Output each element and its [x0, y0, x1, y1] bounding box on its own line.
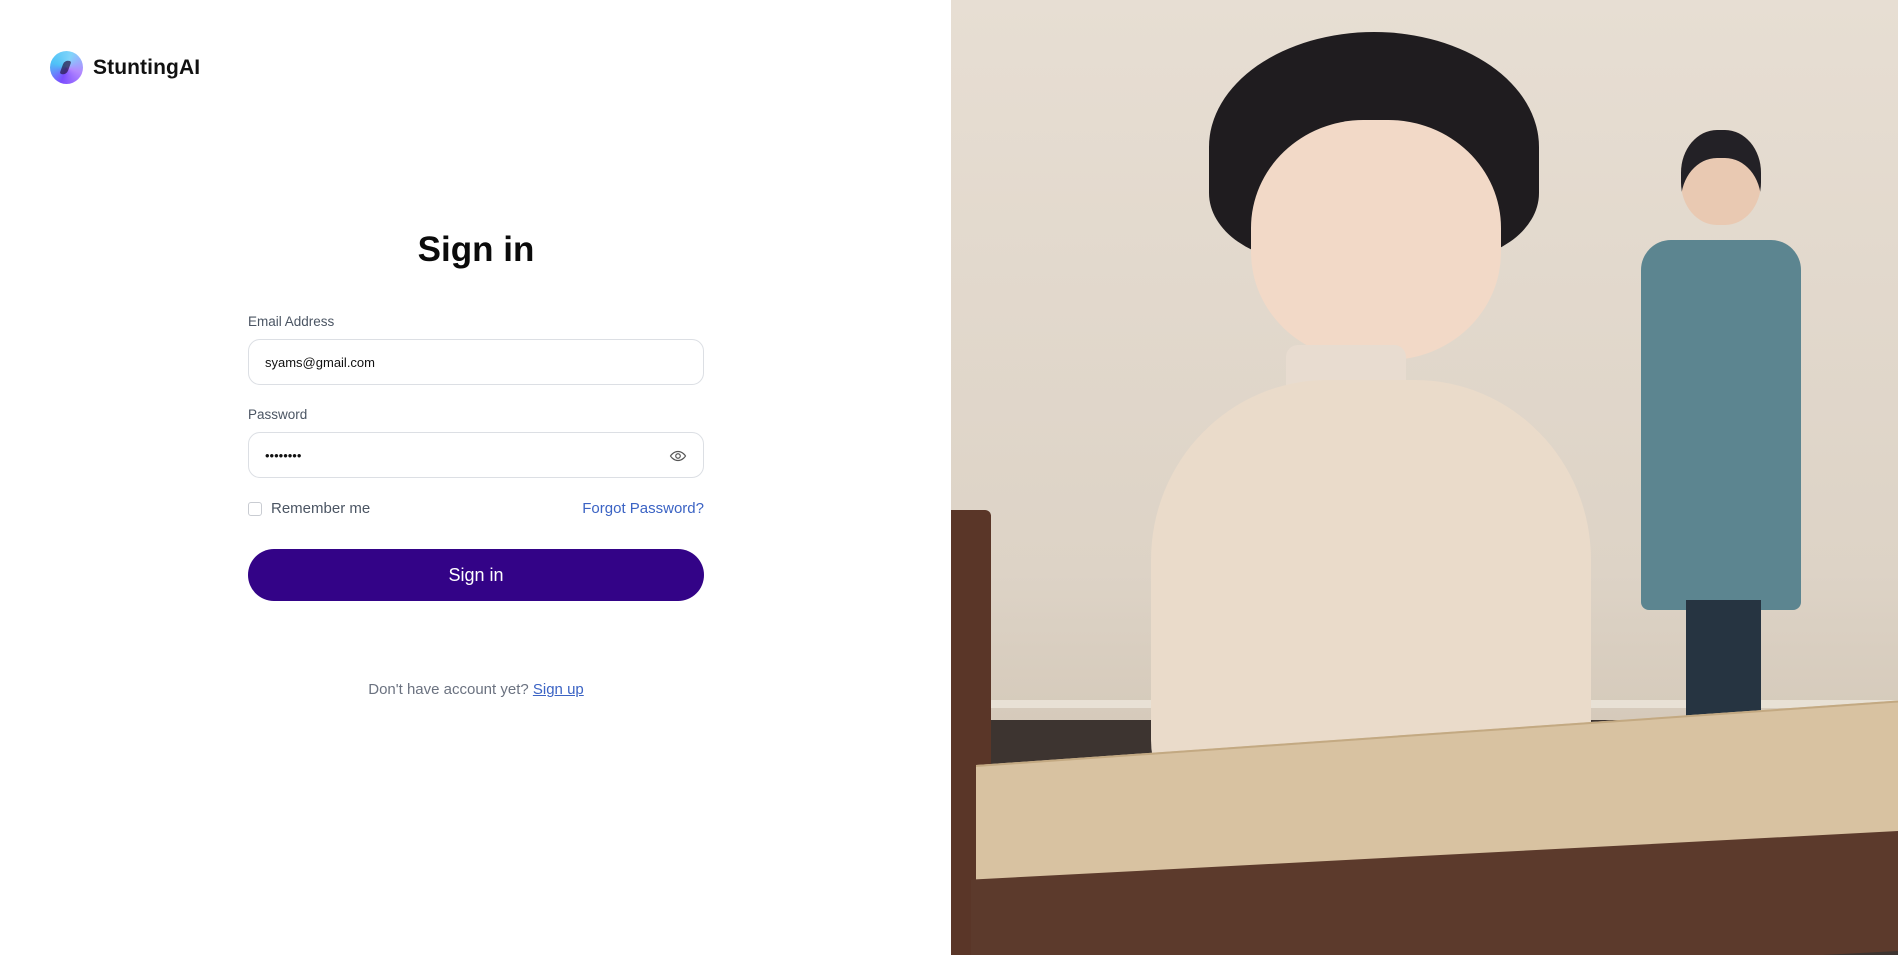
eye-icon[interactable] — [669, 447, 687, 465]
boy-legs — [1686, 600, 1761, 720]
sign-in-button[interactable]: Sign in — [248, 549, 704, 601]
password-label: Password — [248, 407, 308, 422]
page-title: Sign in — [417, 230, 535, 269]
password-field-wrapper — [248, 432, 704, 478]
remember-checkbox[interactable] — [248, 501, 262, 516]
hero-image — [951, 0, 1898, 955]
robot-face — [1251, 120, 1501, 360]
email-label: Email Address — [248, 314, 335, 329]
options-row: Remember me Forgot Password? — [248, 500, 704, 517]
remember-label: Remember me — [271, 500, 371, 517]
login-panel: StuntingAI Sign in Email Address Passwor… — [0, 0, 951, 955]
signup-line: Don't have account yet? Sign up — [248, 681, 704, 698]
brand: StuntingAI — [50, 51, 200, 84]
email-field-wrapper — [248, 339, 704, 385]
signup-prompt: Don't have account yet? — [368, 681, 529, 698]
signup-link[interactable]: Sign up — [533, 681, 584, 698]
boy-coat — [1641, 240, 1801, 610]
boy-figure — [1641, 130, 1801, 720]
email-field[interactable] — [249, 340, 703, 384]
remember-me[interactable]: Remember me — [248, 500, 370, 517]
boy-head — [1681, 130, 1761, 225]
brand-name: StuntingAI — [93, 55, 201, 79]
brand-logo-icon — [50, 51, 83, 84]
sign-in-form: Sign in Email Address Password Remember … — [248, 230, 704, 698]
password-field[interactable] — [249, 433, 703, 477]
forgot-password-link[interactable]: Forgot Password? — [582, 500, 704, 517]
